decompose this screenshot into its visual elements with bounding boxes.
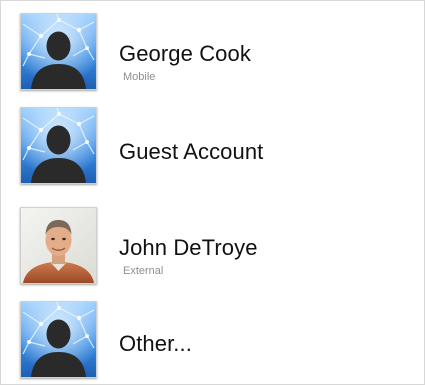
user-row-other[interactable]: Other... bbox=[1, 293, 424, 384]
generic-user-silhouette-icon bbox=[20, 301, 97, 378]
generic-user-silhouette-icon bbox=[20, 107, 97, 184]
user-name: George Cook bbox=[119, 41, 251, 66]
generic-user-silhouette-icon bbox=[20, 13, 97, 90]
user-row-george-cook[interactable]: George Cook Mobile bbox=[1, 7, 424, 103]
user-row-guest-account[interactable]: Guest Account bbox=[1, 103, 424, 199]
user-photo-avatar bbox=[20, 207, 97, 284]
user-row-john-detroye[interactable]: John DeTroye External bbox=[1, 199, 424, 295]
user-name: Guest Account bbox=[119, 139, 264, 164]
user-subtitle: Mobile bbox=[123, 71, 156, 83]
user-subtitle: External bbox=[123, 265, 164, 277]
user-name: Other... bbox=[119, 331, 192, 356]
user-list-panel: George Cook Mobile Guest Account John De… bbox=[0, 0, 425, 385]
user-name: John DeTroye bbox=[119, 235, 258, 260]
